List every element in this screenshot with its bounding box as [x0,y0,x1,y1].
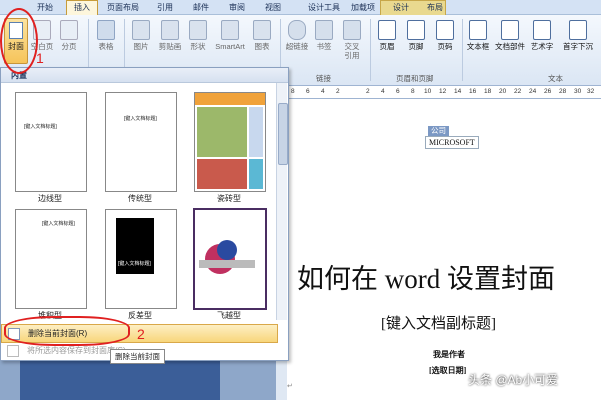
tab-insert[interactable]: 插入 [66,0,98,15]
document-title[interactable]: 如何在 word 设置封面 [297,257,555,296]
footer-button[interactable]: 页脚 [403,20,429,51]
table-icon [97,20,115,40]
thumb-title-text: [键入文档标题] [42,221,75,227]
globe-icon [288,20,306,40]
tile-blue [249,107,263,157]
cover-label-traditional: 传统型 [128,194,152,203]
dropcap-icon [569,20,587,40]
gallery-header: 内置 [1,68,288,83]
tile-green [197,107,247,157]
tab-design-tools[interactable]: 设计工具 [302,1,346,14]
picture-icon [132,20,150,40]
header-icon [378,20,396,40]
group-separator [462,19,463,81]
flyover-shape-blue [217,240,237,260]
ribbon-tabs: 开始 插入 页面布局 引用 邮件 审阅 视图 设计工具 加载项 设计 布局 [0,0,601,15]
footer-icon [407,20,425,40]
tab-addins[interactable]: 加载项 [346,1,380,14]
dropcap-button[interactable]: 首字下沉 [559,20,597,51]
annotation-circle-2 [4,316,130,346]
crossref-button[interactable]: 交叉引用 [337,20,367,60]
textbox-icon [469,20,487,40]
page-number-icon [436,20,454,40]
wordart-button[interactable]: 艺术字 [528,20,556,51]
tab-mailings[interactable]: 邮件 [186,1,216,14]
chart-icon [253,20,271,40]
cover-thumb-flyover[interactable] [193,208,267,310]
tab-view[interactable]: 视图 [258,1,288,14]
chart-button[interactable]: 图表 [250,20,274,51]
document-page[interactable]: 公司 MICROSOFT 如何在 word 设置封面 [键入文档副标题] 我是作… [287,99,601,400]
company-field[interactable]: MICROSOFT [425,136,479,149]
wordart-icon [533,20,551,40]
thumb-title-text: [键入文档标题] [24,124,57,130]
textbox-button[interactable]: 文本框 [464,20,492,51]
company-content-control-tag[interactable]: 公司 [428,126,449,136]
tile-red [197,159,247,189]
date-field[interactable]: [选取日期] [429,365,466,376]
cover-thumb-sideline[interactable]: [键入文档标题] [15,92,87,192]
hyperlink-button[interactable]: 超链接 [284,20,310,51]
cover-thumb-stacks[interactable]: [键入文档标题] [15,209,87,309]
annotation-number-1: 1 [36,50,44,66]
clipart-icon [161,20,179,40]
thumb-title-text: [键入文档标题] [118,261,151,267]
cross-reference-icon [343,20,361,40]
author-field[interactable]: 我是作者 [433,349,465,360]
document-subtitle[interactable]: [键入文档副标题] [381,312,496,333]
smartart-icon [221,20,239,40]
thumb-title-text: [键入文档标题] [124,116,157,122]
group-label-text: 文本 [548,74,563,83]
bookmark-icon [315,20,333,40]
tab-review[interactable]: 审阅 [222,1,252,14]
page-break-button[interactable]: 分页 [58,20,80,51]
save-gallery-icon [7,345,19,357]
tab-page-layout[interactable]: 页面布局 [103,1,143,14]
tab-layout[interactable]: 布局 [420,1,450,14]
flyover-band [199,260,255,268]
tooltip-remove-cover: 删除当前封面 [110,349,165,364]
bookmark-button[interactable]: 书签 [313,20,335,51]
cover-thumb-tiles[interactable] [194,92,266,192]
cover-thumb-traditional[interactable]: [键入文档标题] [105,92,177,192]
header-button[interactable]: 页眉 [374,20,400,51]
tile-orange [195,93,265,105]
document-area[interactable]: 公司 MICROSOFT 如何在 word 设置封面 [键入文档副标题] 我是作… [287,99,601,400]
shapes-icon [189,20,207,40]
shapes-button[interactable]: 形状 [186,20,210,51]
cover-label-flyover: 飞越型 [217,311,241,320]
clipart-button[interactable]: 剪贴画 [156,20,184,51]
quick-parts-icon [501,20,519,40]
group-label-links: 链接 [316,74,331,83]
group-separator [370,19,371,81]
horizontal-ruler[interactable]: 8 6 4 2 2 4 6 8 10 12 14 16 18 20 22 24 … [287,86,601,99]
group-label-header-footer: 页眉和页脚 [396,74,434,83]
gallery-scroll-thumb[interactable] [278,103,288,165]
watermark: 头条 @Ab小可爱 [468,373,559,387]
annotation-number-2: 2 [137,326,145,342]
paragraph-mark: ↵ [287,383,293,390]
cover-thumb-contrast[interactable]: [键入文档标题] [105,209,177,309]
tile-cyan [249,159,263,189]
page-number-button[interactable]: 页码 [432,20,458,51]
quick-parts-button[interactable]: 文档部件 [495,20,525,51]
annotation-circle-1 [0,8,38,74]
page-break-icon [60,20,78,40]
tab-references[interactable]: 引用 [150,1,180,14]
tab-home[interactable]: 开始 [30,1,60,14]
tab-design[interactable]: 设计 [386,1,416,14]
gallery-scrollbar[interactable] [276,83,288,320]
table-button[interactable]: 表格 [92,20,120,51]
cover-label-sideline: 边线型 [38,194,62,203]
cover-label-tiles: 瓷砖型 [217,194,241,203]
smartart-button[interactable]: SmartArt [212,20,248,51]
picture-button[interactable]: 图片 [130,20,152,51]
